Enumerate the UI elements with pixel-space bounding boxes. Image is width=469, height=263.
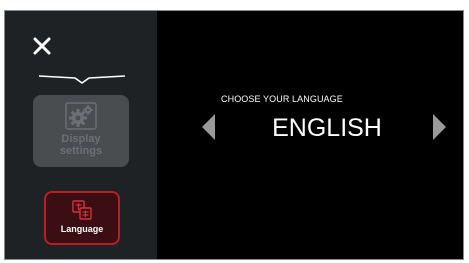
- chevron-left-icon: [202, 114, 215, 140]
- sidebar: Display settings Language: [5, 11, 157, 259]
- language-label: Language: [60, 224, 104, 234]
- display-settings-label: Display settings: [60, 133, 102, 157]
- choose-language-prompt: CHOOSE YOUR LANGUAGE: [221, 94, 343, 104]
- app-window: Display settings Language CHOOSE YOUR LA…: [4, 10, 464, 260]
- display-settings-label-line2: settings: [59, 145, 103, 157]
- chevron-right-icon: [433, 114, 446, 140]
- display-settings-tile[interactable]: Display settings: [33, 95, 129, 167]
- close-button[interactable]: [29, 33, 55, 59]
- next-language-button[interactable]: [431, 114, 447, 140]
- display-settings-label-line1: Display: [61, 133, 101, 145]
- logo-divider: [39, 75, 125, 84]
- gear-icon: [65, 102, 97, 130]
- previous-language-button[interactable]: [201, 114, 217, 140]
- current-language-value: ENGLISH: [272, 114, 382, 142]
- language-icon: [72, 200, 92, 220]
- close-icon: [33, 37, 51, 55]
- language-tile[interactable]: Language: [44, 191, 120, 245]
